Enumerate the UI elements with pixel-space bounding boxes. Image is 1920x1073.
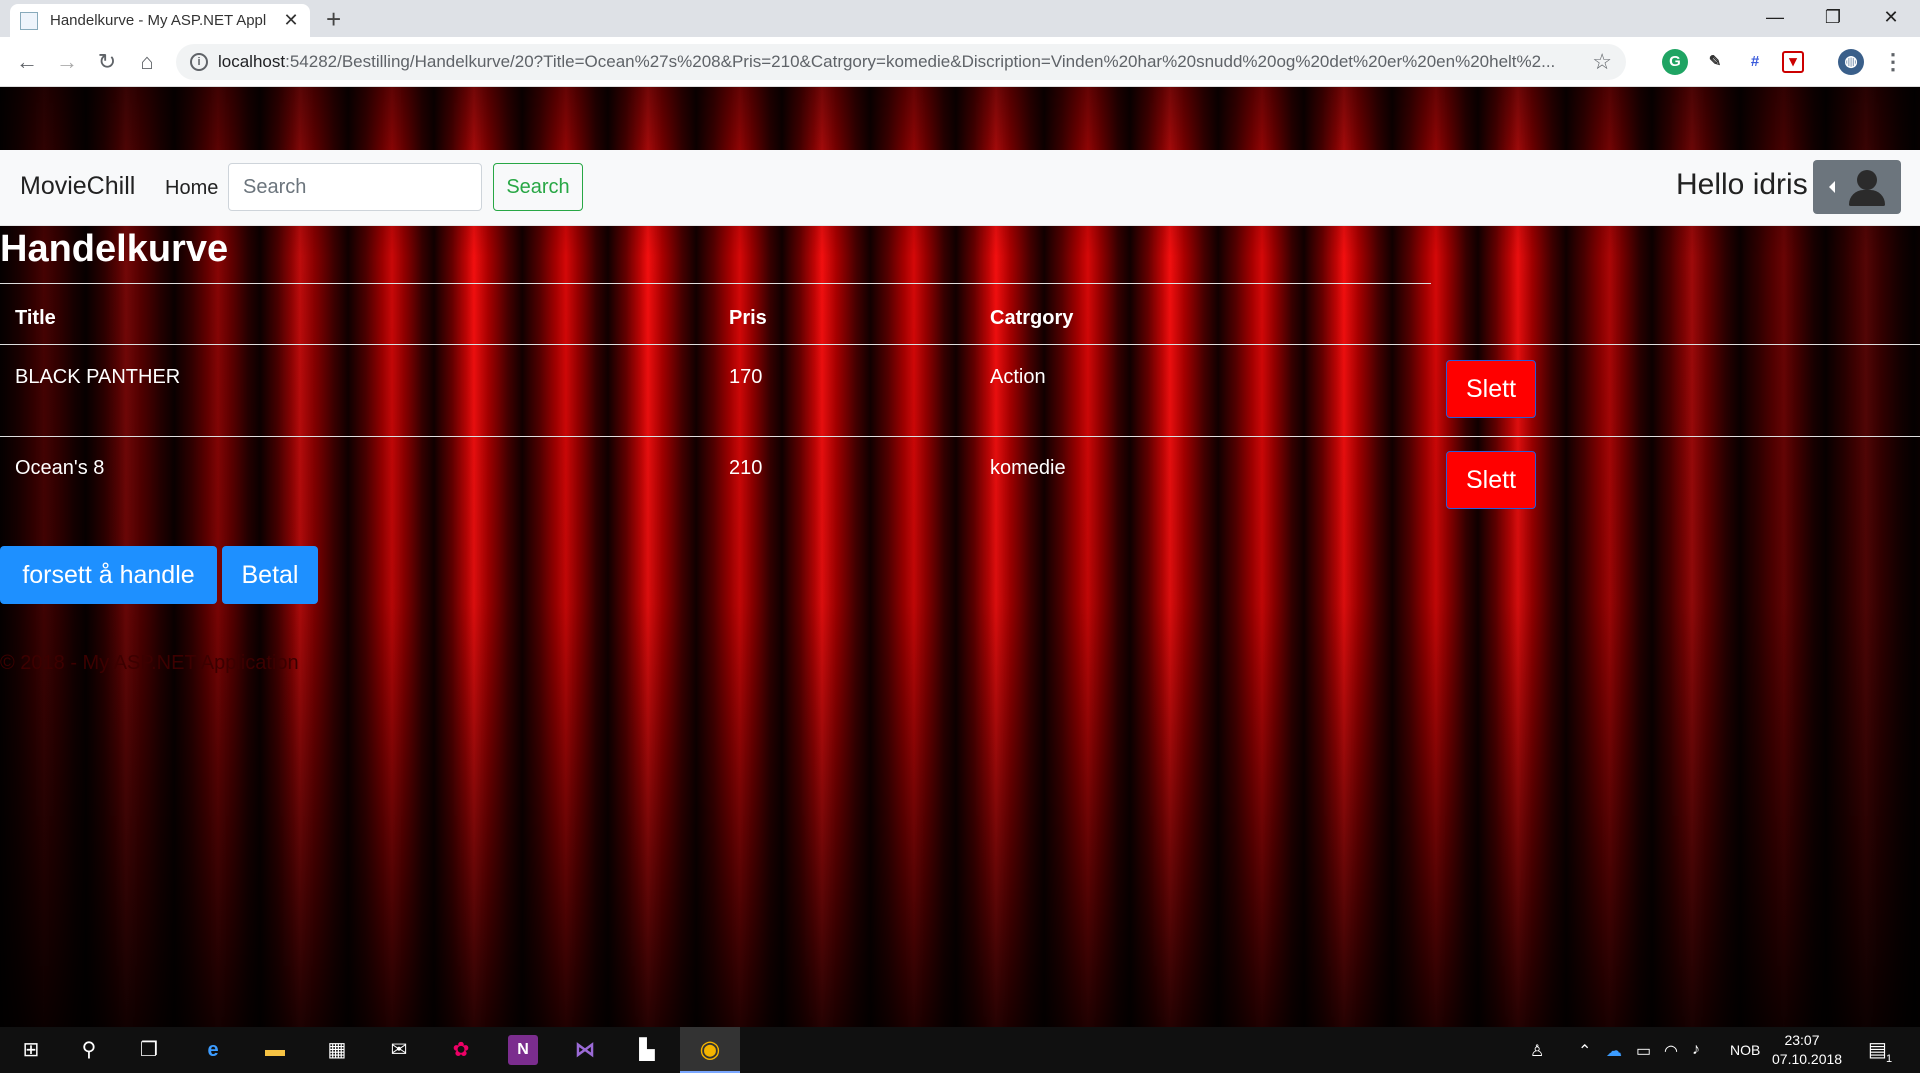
user-menu-button[interactable]: [1813, 160, 1901, 214]
url-text: localhost:54282/Bestilling/Handelkurve/2…: [218, 52, 1584, 72]
onenote-icon[interactable]: N: [508, 1035, 538, 1065]
notification-center-icon[interactable]: ▤: [1868, 1037, 1887, 1062]
store-icon[interactable]: ▦: [322, 1035, 352, 1065]
delete-button[interactable]: Slett: [1446, 451, 1536, 509]
chrome-taskbar-button[interactable]: ◉: [680, 1027, 740, 1073]
cell-title: Ocean's 8: [15, 457, 105, 479]
browser-tab-strip: Handelkurve - My ASP.NET Appl ✕ + — ❐ ✕: [0, 0, 1920, 37]
sticky-notes-icon[interactable]: ▙: [632, 1035, 662, 1065]
chrome-icon: ◉: [699, 1036, 721, 1063]
people-icon[interactable]: ♙: [1530, 1041, 1544, 1061]
grammarly-extension-icon[interactable]: G: [1662, 49, 1688, 75]
show-hidden-icons-chevron-icon[interactable]: ⌃: [1578, 1041, 1591, 1061]
title-divider: [0, 283, 1431, 284]
table-row: Ocean's 8 210 komedie Slett: [0, 437, 1920, 528]
site-navbar: MovieChill Home Search Hello idris: [0, 150, 1920, 226]
cell-catrgory: komedie: [990, 457, 1066, 479]
brand-link[interactable]: MovieChill: [20, 172, 135, 201]
table-header: Title Pris Catrgory: [0, 295, 1920, 345]
caret-left-icon: [1829, 181, 1835, 193]
delete-button[interactable]: Slett: [1446, 360, 1536, 418]
continue-shopping-button[interactable]: forsett å handle: [0, 546, 217, 604]
user-icon: [1857, 170, 1877, 190]
home-icon[interactable]: ⌂: [132, 47, 162, 77]
tab-title: Handelkurve - My ASP.NET Appl: [50, 12, 267, 29]
onedrive-cloud-icon[interactable]: ☁: [1606, 1041, 1622, 1061]
cell-pris: 170: [729, 366, 763, 388]
task-view-icon[interactable]: ❐: [134, 1035, 164, 1065]
page-title: Handelkurve: [0, 228, 229, 270]
search-button[interactable]: Search: [493, 163, 583, 211]
new-tab-button[interactable]: +: [326, 4, 341, 34]
column-header-pris: Pris: [729, 307, 767, 329]
taskbar-clock[interactable]: 23:07 07.10.2018: [1772, 1031, 1843, 1069]
footer-copyright: © 2018 - My ASP.NET Application: [0, 652, 299, 674]
table-row: BLACK PANTHER 170 Action Slett: [0, 346, 1920, 437]
close-tab-icon[interactable]: ✕: [282, 10, 300, 31]
user-greeting: Hello idris: [1676, 168, 1808, 201]
search-input[interactable]: [228, 163, 482, 211]
volume-icon[interactable]: ♪: [1692, 1041, 1700, 1059]
start-windows-icon[interactable]: ⊞: [16, 1035, 46, 1065]
profile-avatar-icon[interactable]: ◍: [1838, 49, 1864, 75]
forward-arrow-icon[interactable]: →: [52, 47, 82, 77]
page-favicon-icon: [20, 11, 38, 30]
bookmark-star-icon[interactable]: ☆: [1592, 49, 1612, 75]
back-arrow-icon[interactable]: ←: [12, 47, 42, 77]
column-header-title: Title: [15, 307, 56, 329]
url-host: localhost: [218, 52, 286, 71]
grid-extension-icon[interactable]: #: [1742, 49, 1768, 75]
menu-kebab-icon[interactable]: ⋮: [1880, 49, 1906, 75]
restore-button[interactable]: ❐: [1804, 0, 1862, 37]
page-viewport: MovieChill Home Search Hello idris Hande…: [0, 87, 1920, 1027]
column-header-catrgory: Catrgory: [990, 307, 1074, 329]
cell-catrgory: Action: [990, 366, 1046, 388]
wifi-icon[interactable]: ◠: [1664, 1041, 1678, 1061]
windows-taskbar: ⊞ ⚲ ❐ e ▬ ▦ ✉ ✿ N ⋈ ▙ ◉ ♙ ⌃ ☁ ▭ ◠ ♪ NOB …: [0, 1027, 1920, 1073]
mail-icon[interactable]: ✉: [384, 1035, 414, 1065]
reload-icon[interactable]: ↻: [92, 47, 122, 77]
user-icon-body: [1849, 190, 1885, 206]
cell-pris: 210: [729, 457, 763, 479]
visual-studio-icon[interactable]: ⋈: [570, 1035, 600, 1065]
nav-link-home[interactable]: Home: [165, 177, 218, 200]
cell-title: BLACK PANTHER: [15, 366, 181, 388]
paint-icon[interactable]: ✿: [446, 1035, 476, 1065]
browser-toolbar: ← → ↻ ⌂ i localhost:54282/Bestilling/Han…: [0, 37, 1920, 87]
battery-icon[interactable]: ▭: [1636, 1041, 1651, 1061]
site-info-icon[interactable]: i: [190, 53, 208, 71]
address-bar[interactable]: i localhost:54282/Bestilling/Handelkurve…: [176, 44, 1626, 80]
pay-button[interactable]: Betal: [222, 546, 318, 604]
clock-time: 23:07: [1784, 1032, 1820, 1048]
browser-tab[interactable]: Handelkurve - My ASP.NET Appl ✕: [10, 4, 310, 37]
file-explorer-icon[interactable]: ▬: [260, 1035, 290, 1065]
search-icon[interactable]: ⚲: [74, 1035, 104, 1065]
pocket-extension-icon[interactable]: ▾: [1782, 51, 1804, 73]
language-indicator[interactable]: NOB: [1730, 1042, 1760, 1058]
clock-date: 07.10.2018: [1772, 1051, 1843, 1067]
eyedropper-extension-icon[interactable]: ✎: [1702, 49, 1728, 75]
minimize-button[interactable]: —: [1746, 0, 1804, 37]
notification-count-badge: 1: [1886, 1053, 1893, 1065]
url-path: :54282/Bestilling/Handelkurve/20?Title=O…: [285, 52, 1556, 71]
edge-browser-icon[interactable]: e: [198, 1035, 228, 1065]
close-window-button[interactable]: ✕: [1862, 0, 1920, 37]
